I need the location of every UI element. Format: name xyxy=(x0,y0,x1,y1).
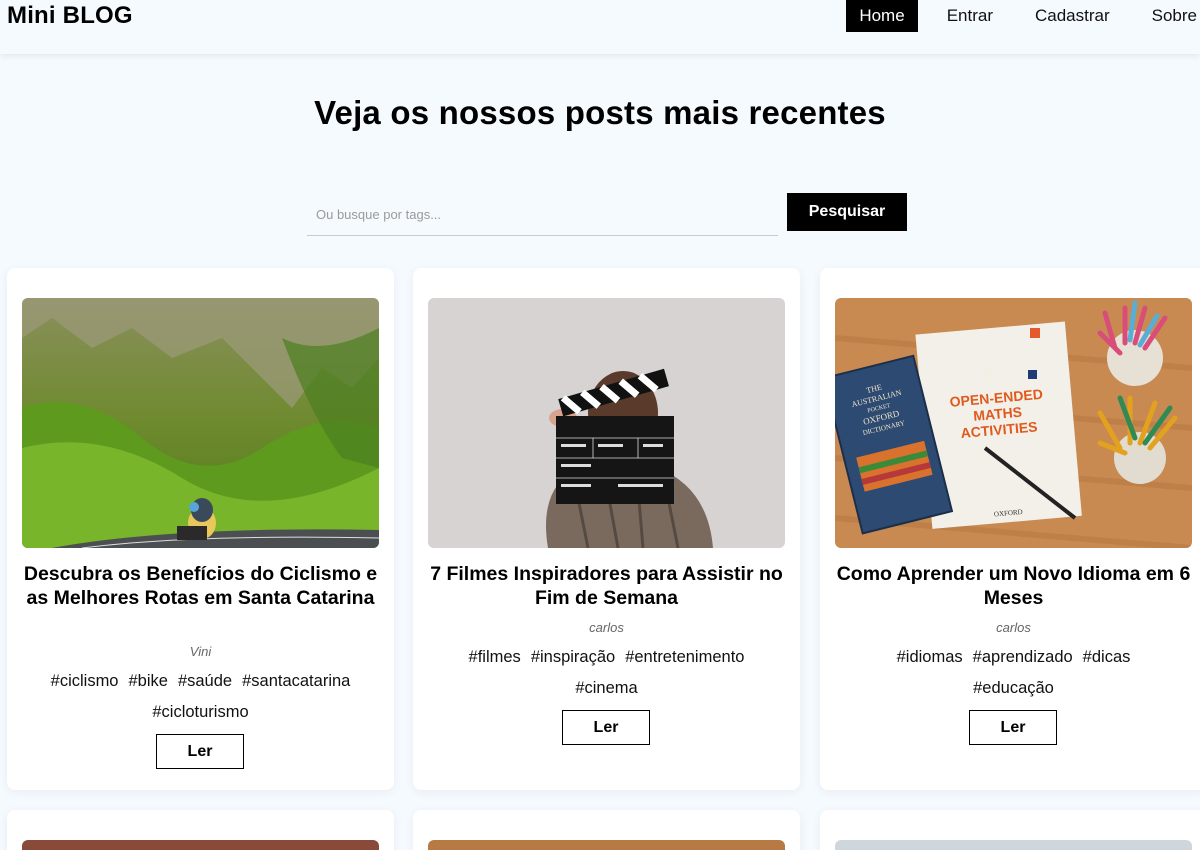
read-button[interactable]: Ler xyxy=(562,710,650,745)
post-card: 7 Filmes Inspiradores para Assistir no F… xyxy=(413,268,800,790)
post-card: Descubra os Benefícios do Ciclismo e as … xyxy=(7,268,394,790)
nav-link-sobre[interactable]: Sobre xyxy=(1139,0,1200,32)
tag: #cinema xyxy=(575,679,638,697)
post-tags: #idiomas #aprendizado #dicas #educação xyxy=(830,642,1197,704)
tag: #inspiração xyxy=(530,648,616,666)
post-card xyxy=(820,810,1200,850)
post-tags: #filmes #inspiração #entretenimento #cinema xyxy=(423,642,790,704)
post-title: Como Aprender um Novo Idioma em 6 Meses xyxy=(836,563,1191,609)
nav-links: Home Entrar Cadastrar Sobre xyxy=(843,0,1200,43)
tag: #idiomas xyxy=(896,648,963,666)
tag: #santacatarina xyxy=(242,672,351,690)
tag: #entretenimento xyxy=(625,648,745,666)
page-title: Veja os nossos posts mais recentes xyxy=(314,94,886,131)
post-card xyxy=(413,810,800,850)
post-image-books[interactable]: OPEN-ENDED MATHS ACTIVITIES OXFORD THE A… xyxy=(835,298,1192,548)
search-input[interactable] xyxy=(307,193,778,236)
nav-link-entrar[interactable]: Entrar xyxy=(934,0,1006,32)
post-image[interactable] xyxy=(22,840,379,850)
post-title: 7 Filmes Inspiradores para Assistir no F… xyxy=(430,563,783,609)
tag: #ciclismo xyxy=(50,672,119,690)
navbar: Mini BLOG Home Entrar Cadastrar Sobre xyxy=(0,0,1200,54)
post-card xyxy=(7,810,394,850)
search-button[interactable]: Pesquisar xyxy=(787,193,907,231)
brand-logo[interactable]: Mini BLOG xyxy=(7,2,133,30)
post-image[interactable] xyxy=(835,840,1192,850)
post-image[interactable] xyxy=(428,840,785,850)
tag: #bike xyxy=(128,672,168,690)
tag: #saúde xyxy=(177,672,233,690)
tag: #aprendizado xyxy=(972,648,1073,666)
tag: #educação xyxy=(973,679,1054,697)
post-image-clapperboard[interactable] xyxy=(428,298,785,548)
post-title: Descubra os Benefícios do Ciclismo e as … xyxy=(23,563,378,609)
post-author: carlos xyxy=(996,620,1031,635)
post-author: carlos xyxy=(589,620,624,635)
nav-link-home[interactable]: Home xyxy=(846,0,918,32)
tag: #dicas xyxy=(1082,648,1131,666)
tag: #filmes xyxy=(468,648,521,666)
read-button[interactable]: Ler xyxy=(969,710,1057,745)
post-image-cyclist[interactable] xyxy=(22,298,379,548)
tag: #cicloturismo xyxy=(152,703,249,721)
post-author: Vini xyxy=(189,644,212,659)
post-tags: #ciclismo #bike #saúde #santacatarina #ciclo… xyxy=(17,666,384,728)
read-button[interactable]: Ler xyxy=(156,734,244,769)
post-card: OPEN-ENDED MATHS ACTIVITIES OXFORD THE A… xyxy=(820,268,1200,790)
nav-link-cadastrar[interactable]: Cadastrar xyxy=(1022,0,1123,32)
